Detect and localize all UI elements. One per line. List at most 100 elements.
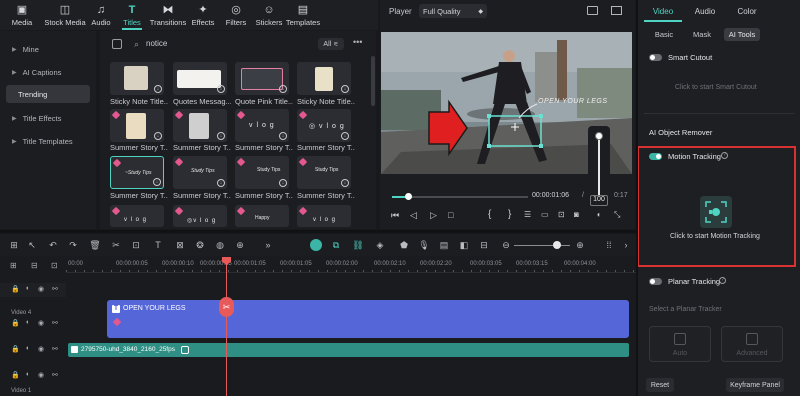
asset-thumb[interactable]: Happy xyxy=(235,205,289,227)
toolbar-templates[interactable]: ▤ Templates xyxy=(286,0,320,30)
grid-icon[interactable]: ⁞⁞ xyxy=(603,240,615,250)
tab-color[interactable]: Color xyxy=(728,2,766,22)
speaker-icon[interactable]: ◖ xyxy=(25,345,29,352)
download-icon[interactable]: ↓ xyxy=(217,179,225,187)
toolbar-stickers[interactable]: ☺ Stickers xyxy=(255,0,283,30)
asset-thumb[interactable]: ↓ xyxy=(110,109,164,142)
planar-advanced-button[interactable]: Advanced xyxy=(721,326,783,362)
help-icon[interactable]: ? xyxy=(721,152,728,159)
subtab-ai-tools[interactable]: AI Tools xyxy=(724,28,760,41)
split-icon[interactable]: ✂ xyxy=(110,240,122,250)
audio-adjust-icon[interactable]: ◍ xyxy=(214,240,226,250)
asset-thumb[interactable]: v l o g xyxy=(297,205,351,227)
toolbar-effects[interactable]: ✦ Effects xyxy=(190,0,216,30)
speaker-icon[interactable]: ◖ xyxy=(25,371,29,378)
help-icon[interactable]: ? xyxy=(719,277,726,284)
step-back-icon[interactable]: ◁ xyxy=(410,210,417,221)
camera-icon[interactable]: ◙ xyxy=(574,210,579,219)
lock-icon[interactable]: 🔒 xyxy=(11,285,20,293)
planar-tracking-toggle[interactable] xyxy=(649,278,662,285)
select-icon[interactable]: ↖ xyxy=(26,240,38,250)
volume-slider-track[interactable] xyxy=(598,134,600,196)
stop-icon[interactable]: □ xyxy=(448,210,453,220)
snapshot-icon[interactable]: ⊟ xyxy=(478,240,490,250)
asset-thumb[interactable]: Study Tips ↓ xyxy=(297,156,351,189)
download-icon[interactable]: ↓ xyxy=(153,178,161,186)
smart-cutout-toggle[interactable] xyxy=(649,54,662,61)
asset-thumb[interactable]: ↓ xyxy=(110,62,164,95)
undo-icon[interactable]: ↶ xyxy=(47,240,59,250)
filter-dropdown[interactable]: All ⚟ xyxy=(318,38,344,50)
display-icon[interactable]: ▭ xyxy=(541,210,549,219)
image-icon[interactable] xyxy=(611,6,622,15)
layout-icon[interactable]: ⊞ xyxy=(8,240,20,250)
play-icon[interactable]: ▷ xyxy=(430,210,437,221)
split-scissors-icon[interactable]: ✂ xyxy=(219,297,234,317)
download-icon[interactable]: ↓ xyxy=(341,179,349,187)
title-clip[interactable]: T OPEN YOUR LEGS xyxy=(107,300,629,338)
eye-icon[interactable]: ◉ xyxy=(38,285,44,293)
motion-tracking-toggle[interactable] xyxy=(649,153,662,160)
zoom-slider-track[interactable] xyxy=(514,245,570,246)
add-track-icon[interactable]: ⊞ xyxy=(10,261,17,270)
zoom-out-icon[interactable]: ⊖ xyxy=(500,240,512,250)
timeline-playhead[interactable] xyxy=(226,258,227,396)
search-input[interactable]: notice xyxy=(146,39,167,48)
speaker-icon[interactable]: ◖ xyxy=(25,285,29,292)
toolbar-transitions[interactable]: ⧓ Transitions xyxy=(150,0,186,30)
eye-icon[interactable]: ◉ xyxy=(38,319,44,327)
category-title-templates[interactable]: ▶ Title Templates xyxy=(6,132,90,150)
asset-thumb[interactable]: ~Study Tips ↓ xyxy=(110,156,164,189)
asset-thumb[interactable]: ↓ xyxy=(235,62,289,95)
volume-slider-knob[interactable] xyxy=(595,132,603,140)
toolbar-audio[interactable]: ♫ Audio xyxy=(88,0,114,30)
asset-thumb[interactable]: Study Tips ↓ xyxy=(235,156,289,189)
speaker-icon[interactable]: ◖ xyxy=(25,319,29,326)
asset-thumb[interactable]: v l o g ↓ xyxy=(235,109,289,142)
speed-icon[interactable]: ⊕ xyxy=(234,240,246,250)
reset-button[interactable]: Reset xyxy=(646,378,674,392)
category-ai-captions[interactable]: ▶ AI Captions xyxy=(6,63,90,81)
download-icon[interactable]: ↓ xyxy=(279,132,287,140)
delete-icon[interactable]: 🗑 xyxy=(89,240,101,250)
link-tracks-icon[interactable]: ⊟ xyxy=(31,261,38,270)
prev-frame-icon[interactable]: ⏮ xyxy=(391,210,399,221)
redo-icon[interactable]: ↷ xyxy=(67,240,79,250)
link-icon[interactable]: ⚯ xyxy=(52,345,58,353)
asset-thumb[interactable]: Study Tips ↓ xyxy=(173,156,227,189)
asset-thumb[interactable]: v l o g xyxy=(110,205,164,227)
link-icon[interactable]: ⚯ xyxy=(52,285,58,293)
lock-icon[interactable]: 🔒 xyxy=(11,345,20,353)
toolbar-filters[interactable]: ◎ Filters xyxy=(224,0,248,30)
track-settings-icon[interactable]: ⊡ xyxy=(51,261,58,270)
quality-dropdown[interactable]: Full Quality ◆ xyxy=(419,4,487,18)
download-icon[interactable]: ↓ xyxy=(341,132,349,140)
asset-thumb[interactable]: ↓ xyxy=(173,109,227,142)
text-icon[interactable]: T xyxy=(152,240,164,250)
marker-icon[interactable]: ◈ xyxy=(374,240,386,250)
render-icon[interactable]: ◧ xyxy=(458,240,470,250)
tab-audio[interactable]: Audio xyxy=(686,2,724,22)
download-icon[interactable]: ↓ xyxy=(341,85,349,93)
lock-icon[interactable]: 🔒 xyxy=(11,371,20,379)
asset-thumb[interactable]: ↓ xyxy=(173,62,227,95)
motion-tracking-button[interactable] xyxy=(700,196,732,228)
asset-thumb[interactable]: ↓ xyxy=(297,62,351,95)
lock-icon[interactable]: 🔒 xyxy=(11,319,20,327)
volume-icon[interactable]: ◖ xyxy=(596,210,601,219)
subtab-basic[interactable]: Basic xyxy=(648,28,680,41)
keyframe-panel-button[interactable]: Keyframe Panel xyxy=(726,378,784,392)
subtab-mask[interactable]: Mask xyxy=(688,28,716,41)
ai-object-remover-label[interactable]: AI Object Remover xyxy=(649,128,712,137)
download-icon[interactable]: ↓ xyxy=(279,85,287,93)
link-icon[interactable]: ⚯ xyxy=(52,371,58,379)
category-title-effects[interactable]: ▶ Title Effects xyxy=(6,109,90,127)
planar-auto-button[interactable]: Auto xyxy=(649,326,711,362)
mark-out-icon[interactable]: } xyxy=(508,209,511,220)
list-icon[interactable]: ☰ xyxy=(524,210,531,219)
fullscreen-icon[interactable]: ⊡ xyxy=(558,210,565,219)
zoom-in-icon[interactable]: ⊕ xyxy=(574,240,586,250)
download-icon[interactable]: ↓ xyxy=(279,179,287,187)
crop-icon[interactable]: ⊡ xyxy=(130,240,142,250)
download-icon[interactable]: ↓ xyxy=(217,85,225,93)
